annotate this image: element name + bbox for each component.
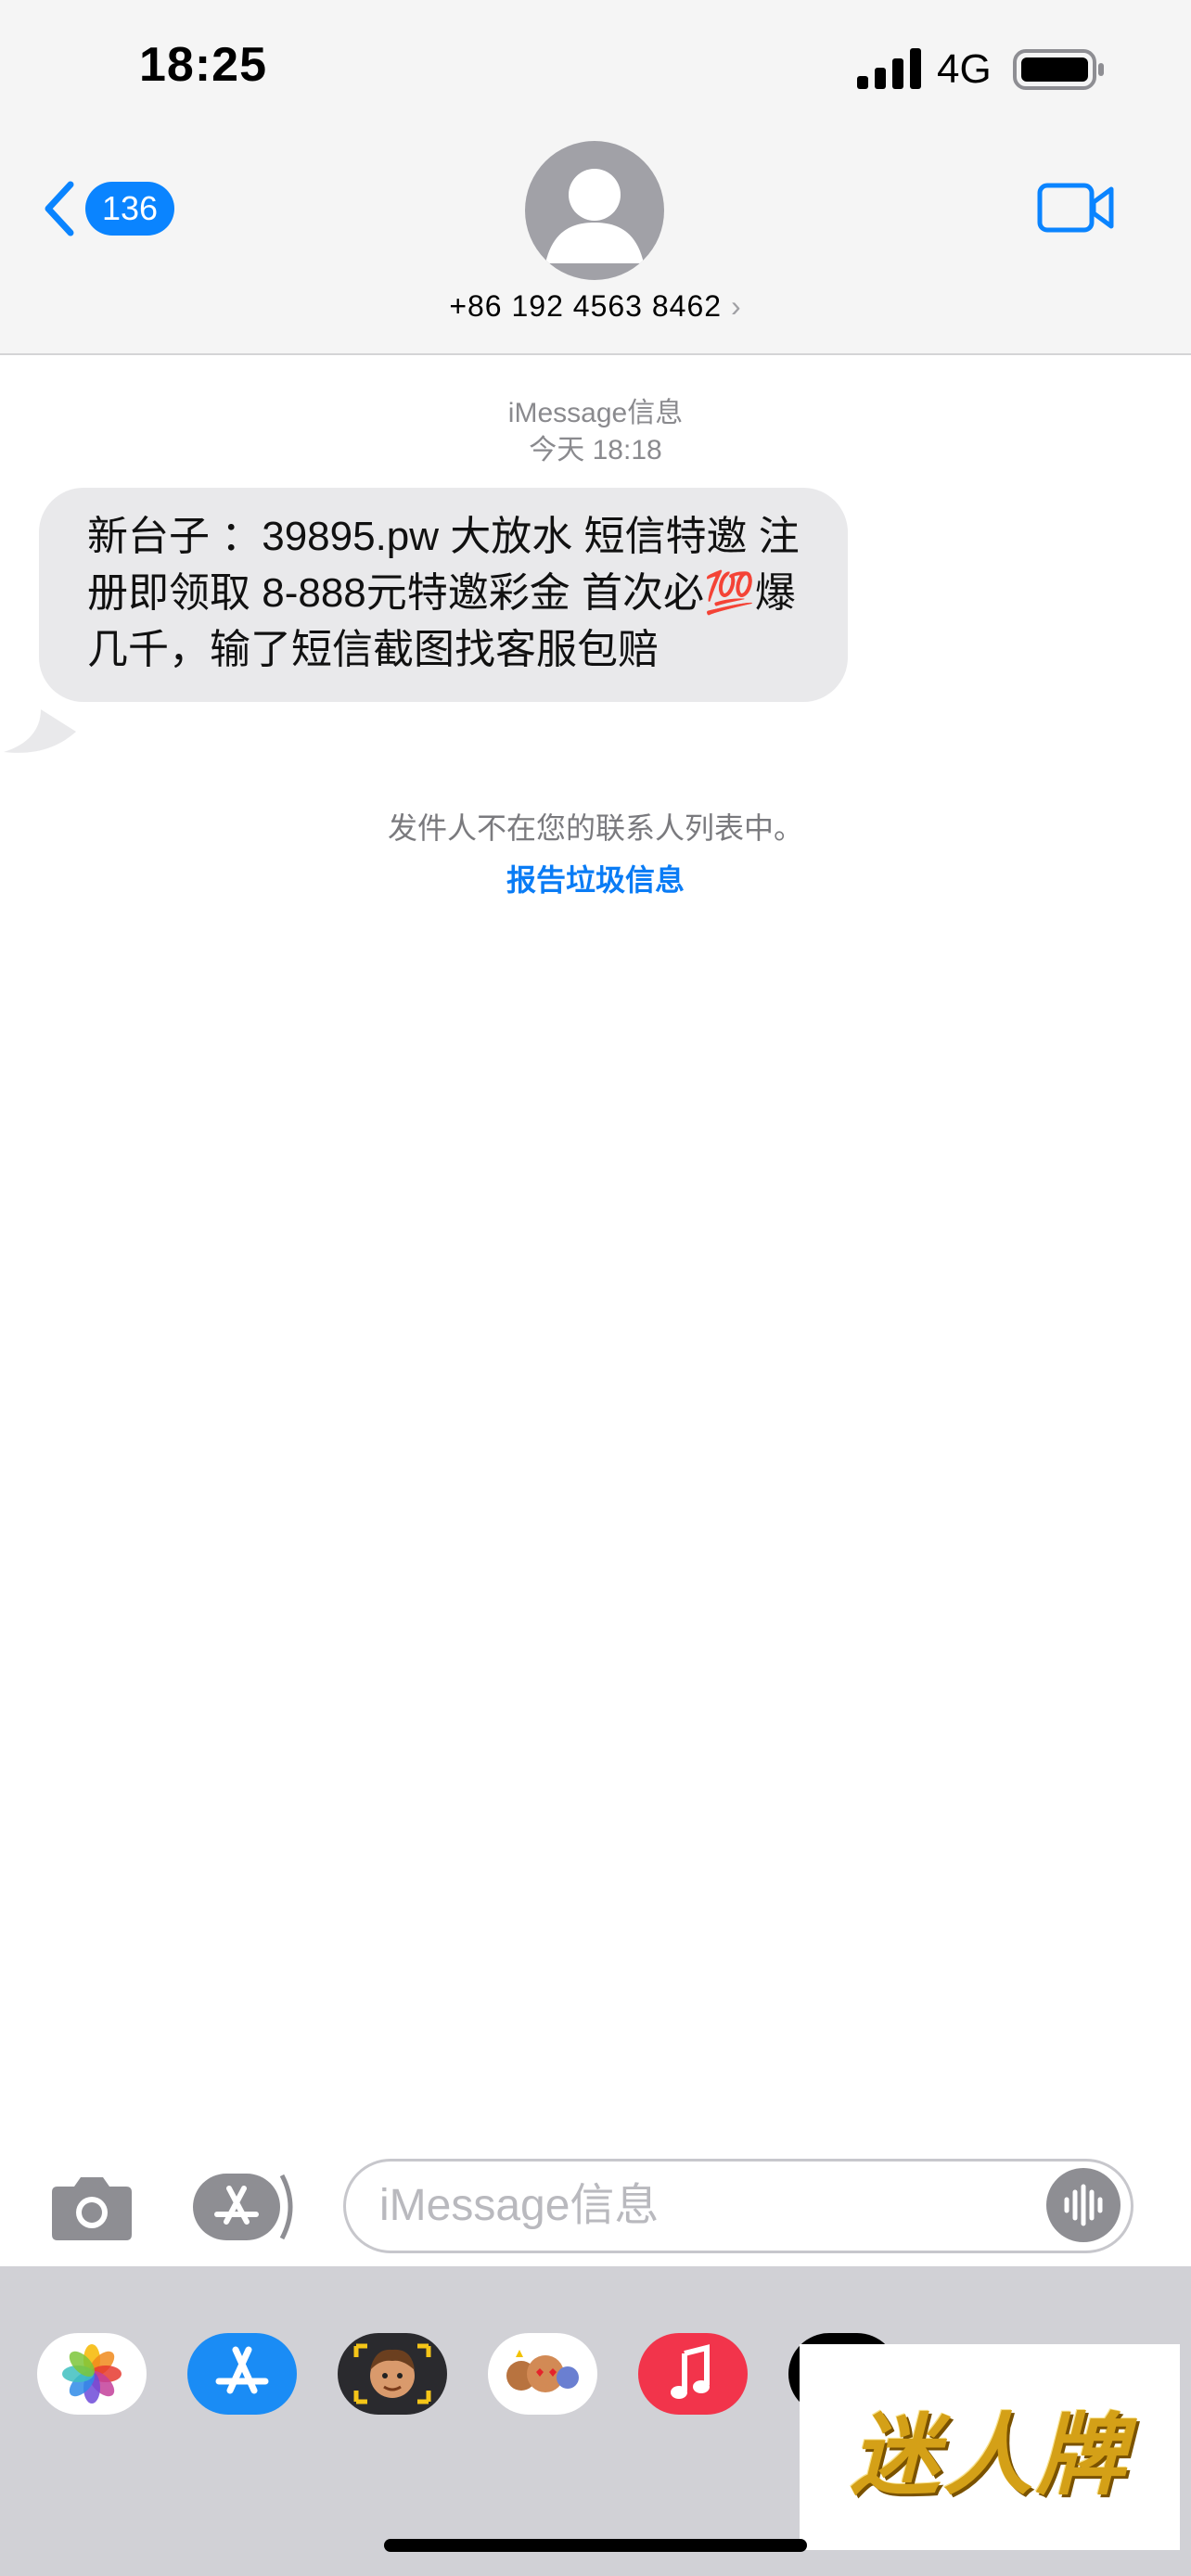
animoji-app-button[interactable] — [488, 2333, 597, 2415]
bubble-tail — [4, 709, 76, 753]
chevron-left-icon — [45, 181, 74, 236]
network-type: 4G — [937, 46, 992, 92]
waveform-icon — [1064, 2184, 1103, 2226]
message-timestamp: 今天 18:18 — [529, 435, 662, 465]
incoming-message[interactable]: 新台子 ：39895.pw 大放水 短信特邀 注册即领取 8-888元特邀彩金 … — [39, 488, 848, 702]
app-store-app-button[interactable] — [187, 2333, 297, 2415]
message-bubble: 新台子 ：39895.pw 大放水 短信特邀 注册即领取 8-888元特邀彩金 … — [39, 488, 848, 702]
watermark-text: 迷人牌 — [851, 2402, 1129, 2507]
voice-message-button[interactable] — [1046, 2168, 1121, 2242]
contact-avatar[interactable] — [525, 141, 664, 280]
app-store-icon[interactable] — [191, 2172, 299, 2242]
music-note-icon — [671, 2344, 710, 2399]
chevron-right-icon: › — [731, 289, 742, 323]
photos-app-button[interactable] — [37, 2333, 147, 2415]
contact-number: +86 192 4563 8462 — [449, 289, 723, 323]
unread-count-badge: 136 — [85, 182, 175, 236]
report-junk-link[interactable]: 报告垃圾信息 — [0, 857, 1191, 899]
home-indicator[interactable] — [384, 2539, 807, 2552]
service-label: iMessage信息 — [507, 398, 684, 428]
back-button[interactable]: 136 — [41, 176, 175, 241]
animoji-icon — [506, 2350, 579, 2392]
watermark-logo: 迷人牌 — [800, 2344, 1180, 2550]
cellular-signal-icon — [857, 48, 921, 89]
status-time: 18:25 — [139, 38, 267, 92]
app-store-a-icon — [215, 2346, 269, 2394]
contact-name[interactable]: +86 192 4563 8462 › — [0, 289, 1191, 324]
music-app-button[interactable] — [638, 2333, 748, 2415]
battery-icon — [1013, 49, 1104, 90]
camera-icon[interactable] — [48, 2172, 135, 2242]
unknown-sender-notice: 发件人不在您的联系人列表中。 — [387, 811, 803, 845]
facetime-video-icon[interactable] — [1037, 182, 1115, 234]
memoji-icon — [353, 2343, 431, 2404]
photos-icon — [62, 2344, 122, 2404]
message-input[interactable]: iMessage信息 — [343, 2159, 1133, 2253]
memoji-app-button[interactable] — [338, 2333, 447, 2415]
conversation-header: 18:25 4G 136 +86 192 4563 8462 › — [0, 0, 1191, 355]
person-icon — [545, 169, 644, 263]
